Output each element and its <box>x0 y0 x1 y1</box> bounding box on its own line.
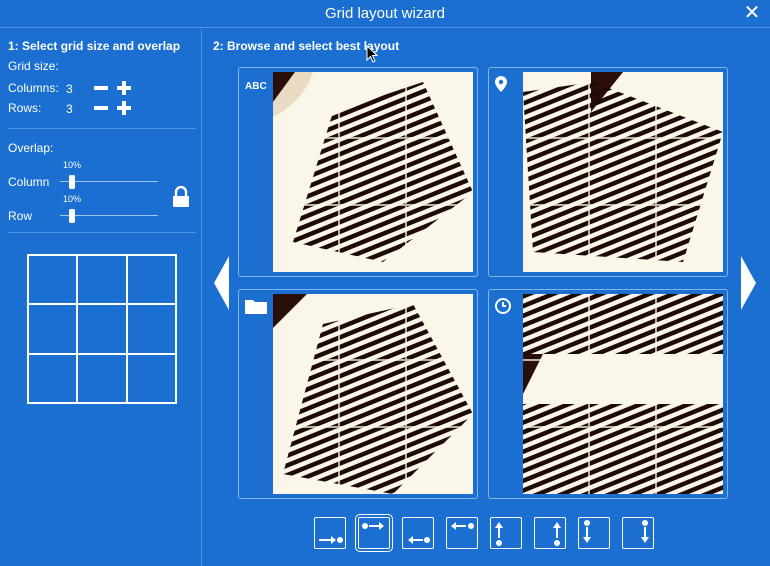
grid-preview-cell <box>126 255 176 305</box>
fill-order-right-bottom-button[interactable] <box>314 517 346 549</box>
layout-preview-image <box>523 294 723 494</box>
row-overlap-slider[interactable] <box>60 209 158 223</box>
layout-preview-image <box>273 294 473 494</box>
fill-order-left-top-button[interactable] <box>446 517 478 549</box>
columns-label: Columns: <box>8 81 59 95</box>
window-title: Grid layout wizard <box>324 5 446 22</box>
fill-order-up-left-button[interactable] <box>490 517 522 549</box>
grid-preview-cell <box>126 304 176 354</box>
fill-order-up-left-icon <box>495 522 503 546</box>
layout-preview-image <box>273 72 473 272</box>
columns-decrease-button[interactable] <box>94 81 108 95</box>
layout-card-2[interactable] <box>488 67 728 277</box>
fill-order-down-right-icon <box>641 520 649 543</box>
grid-settings-title: 1: Select grid size and overlap <box>8 39 181 53</box>
grid-settings-panel: 1: Select grid size and overlap Grid siz… <box>0 29 202 566</box>
columns-value: 3 <box>66 82 73 96</box>
grid-preview-cell <box>126 353 176 403</box>
grid-preview-cell <box>77 353 127 403</box>
divider <box>8 128 196 129</box>
abc-icon: ABC <box>245 81 267 92</box>
grid-preview-cell <box>28 304 78 354</box>
fill-order-down-right-button[interactable] <box>622 517 654 549</box>
folder-icon <box>245 300 267 314</box>
layout-card-1[interactable]: ABC <box>238 67 478 277</box>
close-icon[interactable]: ✕ <box>742 3 762 23</box>
fill-order-up-right-icon <box>553 522 561 546</box>
grid-preview-cell <box>77 304 127 354</box>
column-overlap-slider[interactable] <box>60 175 158 189</box>
overlap-label: Overlap: <box>8 141 54 155</box>
grid-preview-cell <box>28 255 78 305</box>
layout-preview-image <box>523 72 723 272</box>
fill-order-down-left-button[interactable] <box>578 517 610 549</box>
slider-thumb[interactable] <box>69 209 75 223</box>
layout-card-3[interactable] <box>238 289 478 499</box>
layout-preview-art <box>523 72 723 272</box>
grid-preview-cell <box>28 353 78 403</box>
columns-increase-button[interactable] <box>117 81 131 95</box>
rows-increase-button[interactable] <box>117 101 131 115</box>
row-overlap-label: Row <box>8 209 33 223</box>
grid-preview <box>27 254 177 404</box>
fill-order-right-top-icon <box>362 522 384 530</box>
layout-card-4[interactable] <box>488 289 728 499</box>
next-arrow-icon[interactable] <box>739 256 757 310</box>
fill-order-right-top-button[interactable] <box>355 514 393 552</box>
column-overlap-value: 10% <box>63 160 82 170</box>
mouse-cursor-icon <box>366 45 378 63</box>
rows-value: 3 <box>66 102 73 116</box>
row-overlap-value: 10% <box>63 194 82 204</box>
location-pin-icon <box>495 76 507 92</box>
layout-preview-art <box>523 294 723 494</box>
previous-arrow-icon[interactable] <box>213 256 231 310</box>
rows-decrease-button[interactable] <box>94 101 108 115</box>
grid-preview-cell <box>77 255 127 305</box>
fill-order-left-top-icon <box>451 522 474 530</box>
fill-order-up-right-button[interactable] <box>534 517 566 549</box>
fill-order-left-bottom-icon <box>408 536 430 544</box>
grid-size-label: Grid size: <box>8 59 59 73</box>
title-bar: Grid layout wizard ✕ <box>0 0 770 28</box>
fill-order-right-bottom-icon <box>319 536 343 544</box>
slider-thumb[interactable] <box>69 175 75 189</box>
layout-preview-art <box>273 72 473 272</box>
clock-icon <box>495 298 511 314</box>
divider <box>8 232 196 233</box>
fill-order-left-bottom-button[interactable] <box>402 517 434 549</box>
layout-preview-art <box>273 294 473 494</box>
fill-order-down-left-icon <box>583 520 591 543</box>
rows-label: Rows: <box>8 101 42 115</box>
layout-browser-panel: 2: Browse and select best layout ABC <box>203 29 770 566</box>
lock-icon[interactable] <box>172 186 190 208</box>
column-overlap-label: Column <box>8 175 50 189</box>
